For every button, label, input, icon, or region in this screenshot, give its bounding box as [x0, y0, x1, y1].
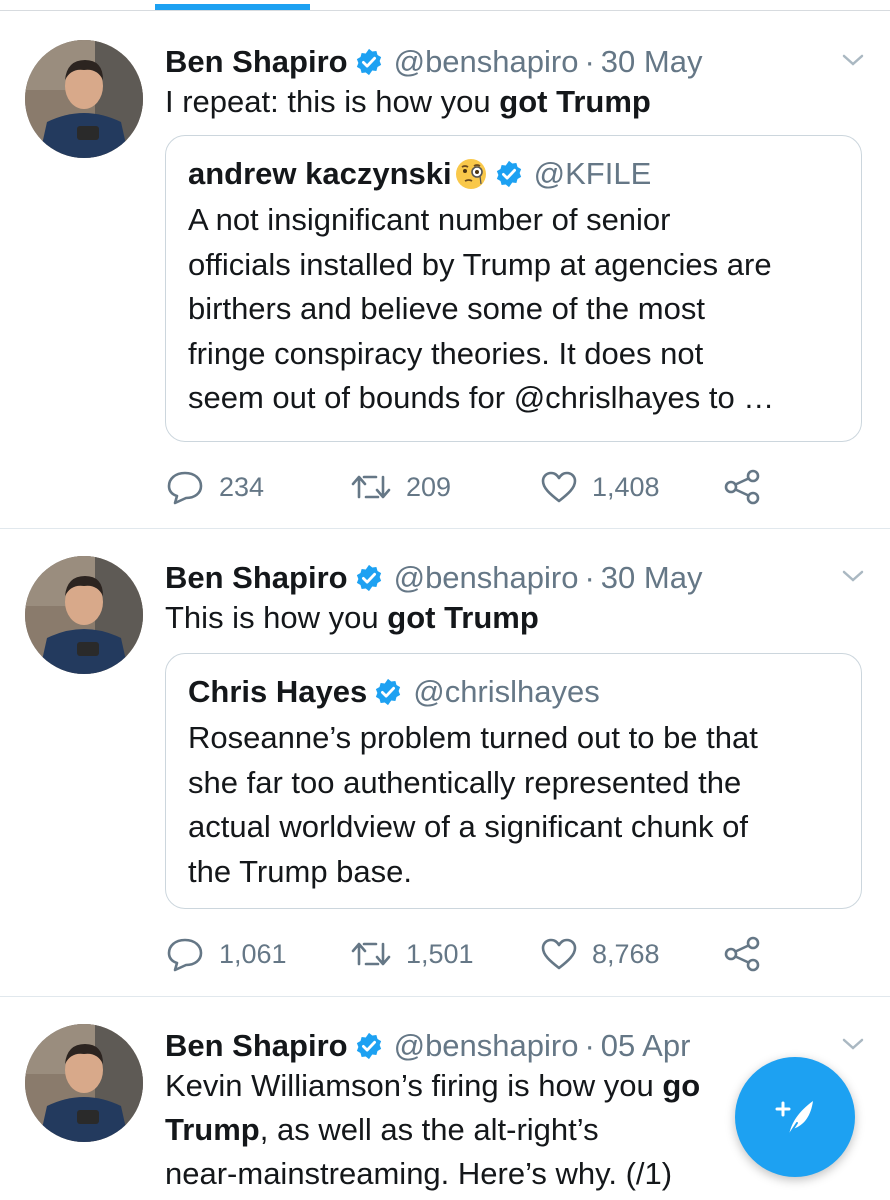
verified-badge-icon [373, 677, 403, 707]
separator-dot: · [584, 1028, 595, 1063]
verified-badge-icon [354, 1031, 384, 1061]
tweet-text-plain: This is how you [165, 600, 388, 635]
avatar[interactable] [25, 40, 143, 158]
tweet-actions: 1,061 1,501 8,768 [165, 934, 865, 974]
retweet-count: 1,501 [406, 938, 474, 969]
tab-divider [0, 10, 890, 11]
quoted-tweet[interactable]: andrew kaczynski @KFILE A not insignific… [165, 135, 862, 442]
tweet-date[interactable]: 30 May [601, 560, 703, 596]
author-name[interactable]: Ben Shapiro [165, 560, 348, 596]
quoted-text-line: she far too authentically represented th… [188, 764, 742, 800]
quoted-text-line: fringe conspiracy theories. It does not [188, 335, 704, 371]
top-tab-bar [0, 0, 890, 12]
like-button[interactable]: 8,768 [540, 934, 660, 974]
share-button[interactable] [723, 934, 775, 974]
author-handle[interactable]: @benshapiro [394, 44, 579, 80]
tweet-text-line: Trump, as well as the alt-right’s [165, 1108, 700, 1152]
reply-icon [167, 471, 203, 505]
compose-tweet-icon [775, 1101, 813, 1136]
reply-icon [167, 938, 203, 972]
tweet-text-plain: , as well as the alt-right’s [259, 1112, 599, 1147]
like-count: 8,768 [592, 938, 660, 969]
quoted-text-line: birthers and believe some of the most [188, 291, 705, 326]
share-icon [724, 469, 760, 505]
author-name[interactable]: Ben Shapiro [165, 1028, 348, 1064]
compose-tweet-button[interactable] [735, 1057, 855, 1177]
reply-count: 234 [219, 471, 265, 502]
quoted-text-line: A not insignificant number of senior [188, 202, 671, 237]
tweet-text-plain: Kevin Williamson’s firing is how you [165, 1068, 663, 1103]
reply-count: 1,061 [219, 938, 287, 969]
verified-badge-icon [354, 563, 384, 593]
share-button[interactable] [723, 467, 775, 507]
retweet-icon [351, 475, 391, 499]
tweet-header: Ben Shapiro @benshapiro · 30 May [165, 40, 702, 84]
tweet-date[interactable]: 30 May [601, 44, 703, 80]
author-handle[interactable]: @benshapiro [394, 560, 579, 596]
reply-button[interactable]: 1,061 [165, 934, 287, 974]
quoted-author-name: andrew kaczynski [188, 156, 452, 191]
quoted-author-handle: @chrislhayes [413, 674, 600, 709]
author-name[interactable]: Ben Shapiro [165, 44, 348, 80]
tweet-text-plain: I repeat: this is how you [165, 84, 500, 119]
verified-badge-icon [494, 159, 524, 189]
quoted-text-line: seem out of bounds for @chrislhayes to … [188, 380, 775, 415]
like-count: 1,408 [592, 471, 660, 502]
face-with-monocle-emoji-icon [454, 157, 488, 191]
tweet-text-bold: Trump [165, 1112, 260, 1147]
tweet[interactable]: Ben Shapiro @benshapiro · 30 May I repea… [0, 40, 890, 529]
quoted-tweet-header: Chris Hayes @chrislhayes [188, 672, 839, 712]
tweet-date[interactable]: 05 Apr [601, 1028, 691, 1064]
tweet-header: Ben Shapiro @benshapiro · 30 May [165, 556, 702, 600]
quoted-tweet-header: andrew kaczynski @KFILE [188, 154, 839, 194]
quoted-tweet-text: Roseanne’s problem turned out to be that… [188, 716, 839, 894]
quoted-tweet-text: A not insignificant number of senior off… [188, 198, 839, 421]
quoted-author-handle: @KFILE [533, 156, 652, 191]
verified-badge-icon [354, 47, 384, 77]
author-handle[interactable]: @benshapiro [394, 1028, 579, 1064]
tweet-text-line: near-mainstreaming. Here’s why. (/1) [165, 1156, 673, 1191]
heart-icon [541, 471, 577, 503]
retweet-button[interactable]: 209 [350, 467, 451, 507]
chevron-down-icon[interactable] [841, 1036, 865, 1052]
retweet-count: 209 [406, 471, 452, 502]
quoted-tweet[interactable]: Chris Hayes @chrislhayes Roseanne’s prob… [165, 653, 862, 909]
chevron-down-icon[interactable] [841, 568, 865, 584]
tweet-text: Kevin Williamson’s firing is how you go … [165, 1064, 700, 1196]
tweet[interactable]: Ben Shapiro @benshapiro · 30 May This is… [0, 556, 890, 997]
reply-button[interactable]: 234 [165, 467, 264, 507]
avatar[interactable] [25, 1024, 143, 1142]
separator-dot: · [584, 44, 595, 79]
tweet-text-line: Kevin Williamson’s firing is how you go [165, 1064, 700, 1108]
quoted-text-line: actual worldview of a significant chunk … [188, 809, 749, 844]
like-button[interactable]: 1,408 [540, 467, 660, 507]
avatar[interactable] [25, 556, 143, 674]
tweet-actions: 234 209 1,408 [165, 467, 865, 507]
tweet-text-bold: got Trump [387, 600, 539, 635]
tweet-text: I repeat: this is how you got Trump [165, 80, 651, 123]
tweet-text: This is how you got Trump [165, 596, 539, 639]
quoted-author-name: Chris Hayes [188, 674, 368, 709]
heart-icon [541, 938, 577, 970]
chevron-down-icon[interactable] [841, 52, 865, 68]
retweet-button[interactable]: 1,501 [350, 934, 474, 974]
separator-dot: · [584, 560, 595, 595]
quoted-text-line: Roseanne’s problem turned out to be that [188, 720, 758, 755]
tweet-text-bold: got Trump [499, 84, 651, 119]
share-icon [724, 936, 760, 972]
retweet-icon [351, 942, 391, 966]
tweet-header: Ben Shapiro @benshapiro · 05 Apr [165, 1024, 690, 1068]
quoted-text-line: the Trump base. [188, 853, 413, 889]
quoted-text-line: officials installed by Trump at agencies… [188, 246, 772, 282]
tweet-text-bold: go [662, 1068, 701, 1103]
